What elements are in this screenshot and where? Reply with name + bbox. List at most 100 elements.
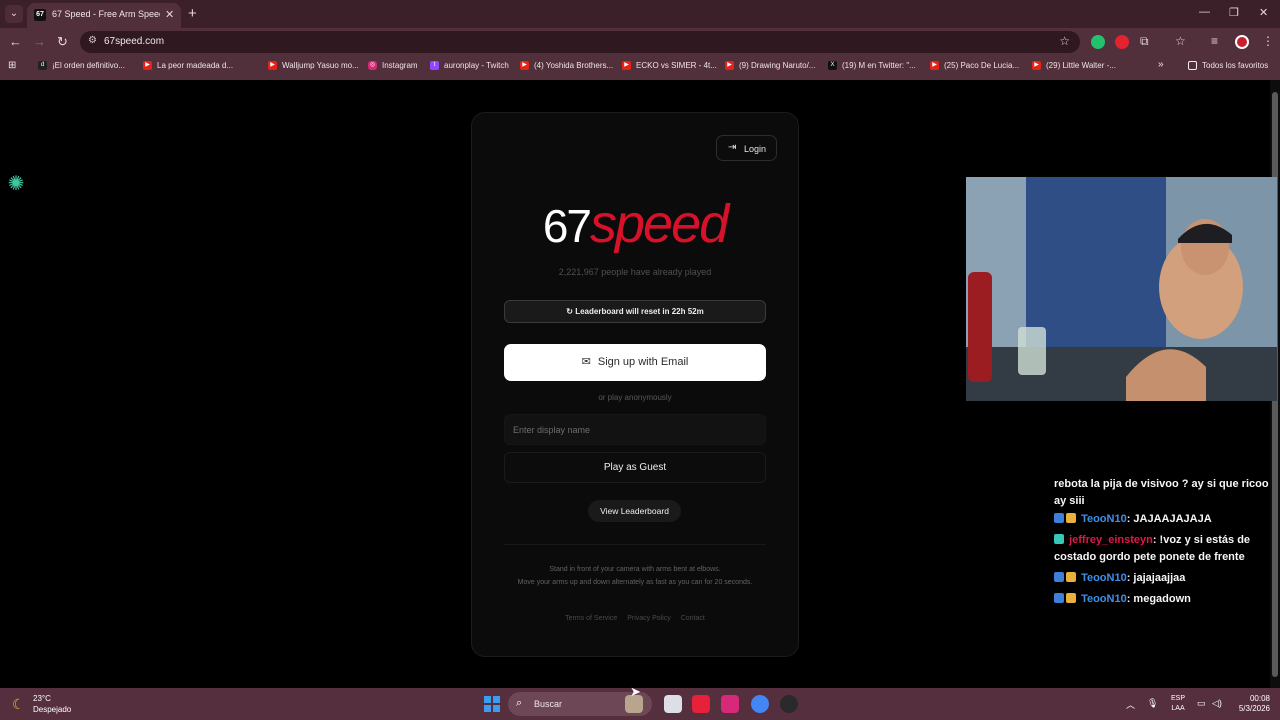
tab-favicon: 67: [34, 9, 46, 21]
contact-link[interactable]: Contact: [681, 615, 705, 622]
reading-list-icon[interactable]: ≡: [1211, 34, 1218, 48]
chat-username: jeffrey_einsteyn: [1069, 534, 1153, 546]
youtube-icon: ▶: [930, 61, 939, 71]
logo-word: speed: [590, 194, 729, 254]
youtube-icon: ▶: [143, 61, 152, 71]
bookmark-item[interactable]: ▶ (4) Yoshida Brothers...: [520, 61, 613, 71]
moon-weather-icon[interactable]: ☾: [12, 696, 25, 713]
reload-icon[interactable]: ↻: [57, 34, 68, 50]
instructions: Stand in front of your camera with arms …: [472, 563, 798, 589]
ai-assistant-icon[interactable]: ✺: [4, 172, 28, 196]
back-arrow-icon[interactable]: ←: [9, 34, 22, 49]
youtube-icon: ▶: [725, 61, 734, 71]
privacy-link[interactable]: Privacy Policy: [627, 615, 671, 622]
view-leaderboard-button[interactable]: View Leaderboard: [588, 500, 681, 522]
address-bar[interactable]: ⚙ 67speed.com ☆: [80, 31, 1080, 53]
bookmark-item[interactable]: d ¡El orden definitivo...: [38, 61, 125, 71]
twitch-icon: t: [430, 61, 439, 71]
weather-description[interactable]: Despejado: [33, 705, 71, 714]
browser-tab[interactable]: 67 67 Speed - Free Arm Speed Ch ✕: [27, 3, 181, 28]
chat-text: : megadown: [1126, 593, 1191, 605]
weather-temperature[interactable]: 23°C: [33, 694, 51, 703]
microphone-icon[interactable]: 🎙: [1147, 698, 1158, 709]
play-as-guest-button[interactable]: Play as Guest: [504, 452, 766, 483]
language-indicator[interactable]: ESP LAA: [1171, 694, 1185, 714]
footer-links: Terms of Service Privacy Policy Contact: [472, 615, 798, 622]
tab-search-button[interactable]: ⌄: [5, 5, 23, 23]
youtube-icon: ▶: [622, 61, 631, 71]
sub-badge-icon: [1066, 513, 1076, 523]
mouse-cursor-icon: ➤: [630, 684, 641, 699]
youtube-icon: ▶: [268, 61, 277, 71]
bookmark-item[interactable]: ▶ (29) Little Walter -...: [1032, 61, 1116, 71]
menu-kebab-icon[interactable]: ⋮: [1262, 34, 1274, 48]
bookmark-item[interactable]: ▶ (25) Paco De Lucia...: [930, 61, 1019, 71]
search-icon: ⌕: [516, 697, 523, 709]
instagram-icon: ◎: [368, 61, 377, 71]
screen: ⌄ 67 67 Speed - Free Arm Speed Ch ✕ + — …: [0, 0, 1280, 720]
chat-username: TeooN10: [1081, 593, 1127, 605]
instagram-icon[interactable]: [721, 695, 739, 713]
chat-message: TeooN10: jajajaajjaa: [1054, 570, 1278, 587]
bookmark-item[interactable]: ▶ ECKO vs SIMER - 4t...: [622, 61, 717, 71]
bookmark-item[interactable]: ◎ Instagram: [368, 61, 418, 71]
file-explorer-icon[interactable]: [664, 695, 682, 713]
bookmark-star-icon[interactable]: ☆: [1059, 34, 1070, 48]
played-count: 2,221,967 people have already played: [558, 267, 712, 277]
chat-username: TeooN10: [1081, 513, 1127, 525]
chat-message-partial: rebota la pija de visivoo ? ay si que ri…: [1054, 478, 1269, 507]
webcam-image: [966, 177, 1277, 401]
x-icon: X: [828, 61, 837, 71]
sub-badge-icon: [1066, 572, 1076, 582]
obs-icon[interactable]: [780, 695, 798, 713]
display-name-input[interactable]: [504, 414, 766, 445]
instruction-line: Move your arms up and down alternately a…: [517, 579, 753, 586]
logo-digits: 67: [542, 200, 592, 252]
restore-icon[interactable]: ❐: [1229, 6, 1239, 19]
windows-start-icon[interactable]: [484, 696, 500, 712]
refresh-icon: ↻: [566, 307, 576, 316]
network-icon[interactable]: ▭: [1197, 698, 1206, 709]
extensions-puzzle-icon[interactable]: ⧉: [1140, 34, 1149, 49]
prime-badge-icon: [1054, 513, 1064, 523]
sub-badge-icon: [1066, 593, 1076, 603]
login-icon: ⇥: [728, 142, 737, 153]
browser-tab-strip: ⌄ 67 67 Speed - Free Arm Speed Ch ✕ + — …: [0, 0, 1280, 28]
bookmark-item[interactable]: ▶ Walljump Yasuo mo...: [268, 61, 359, 71]
login-button[interactable]: ⇥ Login: [716, 135, 777, 161]
profile-avatar[interactable]: [1235, 35, 1249, 49]
leaderboard-reset-banner: ↻ Leaderboard will reset in 22h 52m: [504, 300, 766, 323]
signup-email-button[interactable]: ✉ Sign up with Email: [504, 344, 766, 381]
prime-badge-icon: [1054, 593, 1064, 603]
apps-grid-icon[interactable]: ⊞: [8, 60, 16, 71]
bookmark-item[interactable]: t auronplay - Twitch: [430, 61, 509, 71]
tray-chevron-icon[interactable]: ︿: [1126, 698, 1135, 711]
user-badge-icon: [1054, 534, 1064, 544]
chrome-icon[interactable]: [751, 695, 769, 713]
chat-message: TeooN10: megadown: [1054, 591, 1278, 608]
bookmark-item[interactable]: X (19) M en Twitter: "...: [828, 61, 916, 71]
game-card: ⇥ Login 67speed 2,221,967 people have al…: [471, 112, 799, 657]
bookmark-item[interactable]: ▶ (9) Drawing Naruto/...: [725, 61, 815, 71]
forward-arrow-icon[interactable]: →: [33, 34, 46, 49]
close-tab-icon[interactable]: ✕: [165, 8, 174, 21]
youtube-icon: ▶: [520, 61, 529, 71]
extension-red-icon[interactable]: [1115, 35, 1129, 49]
app-red-icon[interactable]: [692, 695, 710, 713]
new-tab-icon[interactable]: +: [188, 5, 197, 22]
streamer-webcam: [966, 177, 1277, 401]
favorites-icon[interactable]: ☆: [1175, 34, 1186, 48]
site-info-icon[interactable]: ⚙: [88, 35, 97, 46]
close-window-icon[interactable]: ✕: [1259, 6, 1268, 19]
all-favorites-folder[interactable]: Todos los favoritos: [1188, 61, 1268, 71]
more-bookmarks-chevron-icon[interactable]: »: [1158, 59, 1164, 70]
bookmark-item[interactable]: ▶ La peor madeada d...: [143, 61, 233, 71]
prime-badge-icon: [1054, 572, 1064, 582]
terms-link[interactable]: Terms of Service: [565, 615, 617, 622]
system-clock[interactable]: 00:08 5/3/2026: [1230, 694, 1270, 714]
tab-title: 67 Speed - Free Arm Speed Ch: [52, 9, 160, 19]
extension-green-icon[interactable]: [1091, 35, 1105, 49]
minimize-icon[interactable]: —: [1199, 6, 1210, 18]
bookmarks-bar: ⊞ d ¡El orden definitivo... ▶ La peor made…: [0, 56, 1280, 80]
volume-icon[interactable]: ◁): [1212, 698, 1222, 709]
